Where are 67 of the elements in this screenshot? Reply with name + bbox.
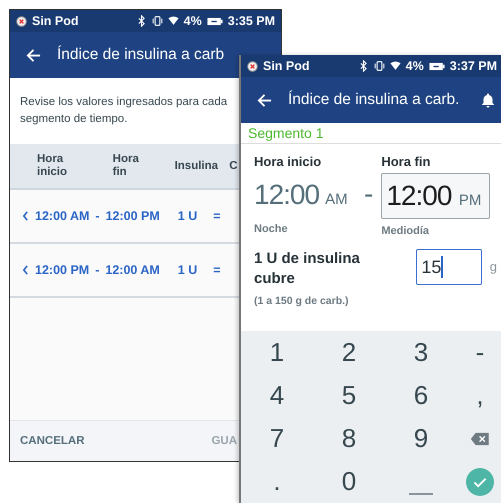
keypad-key[interactable]: 3 — [385, 331, 457, 374]
vibrate-icon — [152, 15, 163, 27]
keypad-key[interactable]: 4 — [241, 374, 313, 417]
keypad-key[interactable]: 8 — [313, 417, 385, 460]
keypad-key[interactable]: 5 — [313, 374, 385, 417]
keypad-key[interactable]: - — [457, 331, 501, 374]
column-header: Hora inicio — [37, 153, 68, 179]
start-time-note: Noche — [254, 223, 289, 235]
keypad-key[interactable]: 9 — [385, 417, 457, 460]
keypad-key[interactable]: . — [241, 460, 313, 503]
chevron-left-icon — [22, 211, 29, 221]
equals-sign: = — [213, 263, 221, 277]
column-header: Insulina — [174, 160, 220, 172]
carb-input-field[interactable]: 15 — [416, 249, 482, 285]
end-time-note: Mediodía — [381, 225, 430, 237]
unit-label: g — [490, 259, 497, 274]
pod-status-icon — [247, 60, 258, 72]
start-time-period: AM — [325, 191, 348, 208]
keypad-key[interactable]: 0 — [313, 460, 385, 503]
vibrate-icon — [374, 60, 385, 72]
start-time-value: 12:00 — [254, 178, 320, 212]
pod-status-icon — [16, 16, 27, 26]
ratio-label: 1 U de insulina cubre — [254, 249, 361, 289]
start-time: 12:00 PM — [35, 263, 90, 277]
start-time-label: Hora inicio — [254, 154, 322, 169]
keypad-key[interactable]: 1 — [241, 331, 313, 374]
end-time-field[interactable]: 12:00 PM — [381, 173, 490, 219]
back-arrow-icon[interactable] — [257, 92, 272, 108]
ratio-range-hint: (1 a 150 g de carb.) — [254, 295, 350, 307]
back-arrow-icon[interactable] — [26, 48, 41, 62]
screen-title: Índice de insulina a carb — [57, 46, 224, 64]
dash: - — [95, 263, 100, 277]
backspace-key-icon[interactable] — [470, 432, 490, 446]
status-time: 3:37 PM — [450, 59, 497, 73]
pod-status-text: Sin Pod — [263, 59, 310, 73]
segment-title: Segmento 1 — [241, 123, 501, 144]
keypad-key[interactable]: 7 — [241, 417, 313, 460]
intro-text: Revise los valores ingresados para cada segmento de tiempo. — [10, 78, 239, 144]
bluetooth-icon — [136, 15, 147, 27]
done-check-icon[interactable] — [466, 468, 494, 496]
bell-icon[interactable] — [481, 92, 495, 108]
start-time: 12:00 AM — [35, 209, 90, 223]
screen-title: Índice de insulina a carb. — [288, 91, 460, 109]
status-time: 3:35 PM — [228, 14, 275, 28]
end-time: 12:00 AM — [105, 263, 160, 277]
end-time-label: Hora fin — [381, 154, 432, 169]
column-header: C — [229, 160, 239, 172]
bluetooth-icon — [358, 60, 369, 72]
keypad-key[interactable]: 6 — [385, 374, 457, 417]
end-time: 12:00 PM — [106, 209, 160, 223]
keypad-key[interactable]: 2 — [313, 331, 385, 374]
insulin-amount: 1 U — [178, 263, 198, 277]
battery-percent: 4% — [184, 14, 202, 28]
battery-percent: 4% — [406, 59, 424, 73]
battery-icon — [206, 16, 223, 26]
battery-icon — [428, 62, 445, 70]
column-header: Hora fin — [112, 153, 140, 179]
wifi-icon — [168, 15, 179, 27]
wifi-icon — [390, 60, 401, 72]
insulin-amount: 1 U — [178, 209, 198, 223]
pod-status-text: Sin Pod — [32, 14, 79, 28]
cancel-button[interactable]: CANCELAR — [20, 431, 85, 451]
keypad-key[interactable]: , — [457, 374, 501, 417]
dash: - — [95, 209, 100, 223]
equals-sign: = — [213, 209, 221, 223]
time-separator: - — [364, 178, 374, 210]
chevron-left-icon — [22, 265, 29, 275]
